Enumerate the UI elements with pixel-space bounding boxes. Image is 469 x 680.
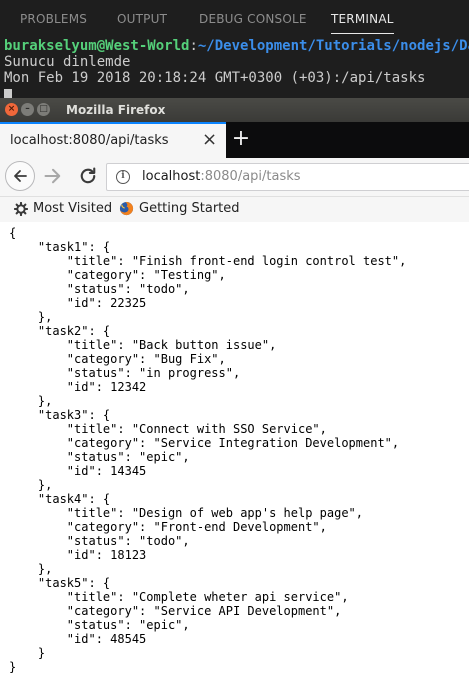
navigation-toolbar: i localhost:8080/api/tasks — [0, 158, 469, 197]
browser-tab[interactable]: localhost:8080/api/tasks × — [0, 122, 226, 158]
url-bar[interactable]: i localhost:8080/api/tasks — [106, 163, 469, 191]
bookmark-most-visited[interactable]: Most Visited — [14, 201, 112, 216]
back-arrow-icon — [14, 170, 27, 182]
window-minimize-button[interactable]: – — [21, 103, 34, 116]
url-host: localhost — [142, 169, 201, 184]
panel-tabs: PROBLEMS OUTPUT DEBUG CONSOLE TERMINAL — [0, 0, 469, 36]
page-content: { "task1": { "title": "Finish front-end … — [0, 222, 469, 680]
tab-problems[interactable]: PROBLEMS — [20, 12, 87, 26]
new-tab-button[interactable]: + — [231, 126, 251, 152]
terminal-user-host: burakselyum@West-World — [4, 38, 190, 54]
terminal-path: ~/Development/Tutorials/nodejs/Day0 — [197, 38, 469, 54]
terminal-output[interactable]: burakselyum@West-World:~/Development/Tut… — [4, 38, 469, 98]
tab-debug-console[interactable]: DEBUG CONSOLE — [199, 12, 307, 26]
window-controls: × – □ — [5, 103, 50, 116]
window-title: Mozilla Firefox — [66, 103, 166, 117]
back-button[interactable] — [5, 161, 35, 191]
bookmark-label: Getting Started — [139, 201, 240, 216]
url-path: :8080/api/tasks — [200, 169, 301, 184]
reload-icon[interactable] — [78, 166, 98, 186]
json-response-text: { "task1": { "title": "Finish front-end … — [9, 226, 407, 674]
url-text[interactable]: localhost:8080/api/tasks — [142, 169, 301, 184]
firefox-window: × – □ Mozilla Firefox localhost:8080/api… — [0, 98, 469, 680]
tab-strip: localhost:8080/api/tasks × + — [0, 122, 469, 158]
site-info-icon[interactable]: i — [116, 170, 130, 184]
bookmark-label: Most Visited — [33, 201, 113, 216]
window-titlebar[interactable]: × – □ Mozilla Firefox — [0, 98, 469, 122]
firefox-icon — [119, 201, 134, 216]
tab-output[interactable]: OUTPUT — [117, 12, 167, 26]
gear-icon — [14, 201, 28, 216]
tab-terminal[interactable]: TERMINAL — [331, 12, 394, 34]
window-maximize-button[interactable]: □ — [37, 103, 50, 116]
terminal-cursor — [4, 89, 12, 98]
terminal-separator: : — [189, 38, 198, 54]
vscode-panel: PROBLEMS OUTPUT DEBUG CONSOLE TERMINAL b… — [0, 0, 469, 98]
terminal-line: Mon Feb 19 2018 20:18:24 GMT+0300 (+03):… — [4, 70, 426, 86]
bookmark-getting-started[interactable]: Getting Started — [119, 201, 240, 216]
bookmarks-toolbar: Most Visited Getting Started — [0, 197, 469, 224]
window-close-button[interactable]: × — [5, 103, 18, 116]
tab-close-icon[interactable]: × — [202, 130, 217, 150]
tab-title: localhost:8080/api/tasks — [10, 133, 169, 148]
forward-arrow-icon[interactable] — [43, 166, 63, 186]
terminal-line: Sunucu dinlemde — [4, 54, 131, 70]
